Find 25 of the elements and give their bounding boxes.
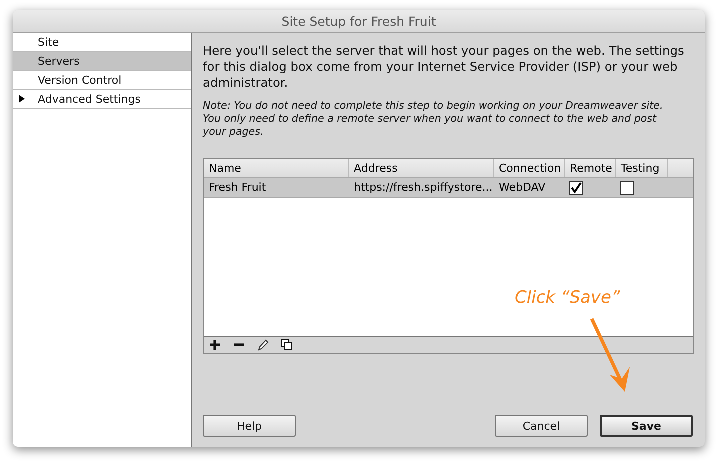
sidebar-item[interactable]: Advanced Settings	[13, 90, 191, 109]
remote-checkbox[interactable]	[569, 180, 583, 194]
column-header[interactable]: Address	[349, 159, 494, 177]
column-header[interactable]: Connection	[494, 159, 565, 177]
window-title: Site Setup for Fresh Fruit	[282, 14, 436, 28]
table-cell: WebDAV	[499, 181, 546, 194]
intro-text: Here you'll select the server that will host your pages on the web. The settings for this dialog box come from your Internet Service Provider (ISP) or your web administrator.	[203, 43, 685, 91]
sidebar-item[interactable]: Servers	[13, 52, 191, 71]
testing-checkbox[interactable]	[620, 180, 634, 194]
column-header[interactable]: Remote	[565, 159, 616, 177]
sidebar-item[interactable]: Version Control	[13, 71, 191, 90]
pencil-icon[interactable]	[257, 339, 269, 351]
disclosure-triangle-icon[interactable]	[18, 95, 26, 103]
table-cell: https://fresh.spiffystore...	[354, 181, 493, 194]
column-header[interactable]: Testing	[616, 159, 668, 177]
save-button[interactable]: Save	[600, 415, 693, 437]
duplicate-icon[interactable]	[281, 339, 293, 351]
annotation-text: Click “Save”	[515, 288, 620, 308]
table-row[interactable]: Fresh Fruit https://fresh.spiffystore... WebDAV	[204, 178, 693, 198]
cancel-button[interactable]: Cancel	[495, 415, 588, 437]
column-header[interactable]: Name	[204, 159, 349, 177]
note-text: Note: You do not need to complete this step to begin working on your Dreamweaver site. You only need to define a remote server when you want to connect to the web and post your pages.	[203, 100, 664, 139]
add-icon[interactable]	[209, 339, 221, 351]
table-cell: Fresh Fruit	[209, 181, 266, 194]
help-button[interactable]: Help	[203, 415, 296, 437]
